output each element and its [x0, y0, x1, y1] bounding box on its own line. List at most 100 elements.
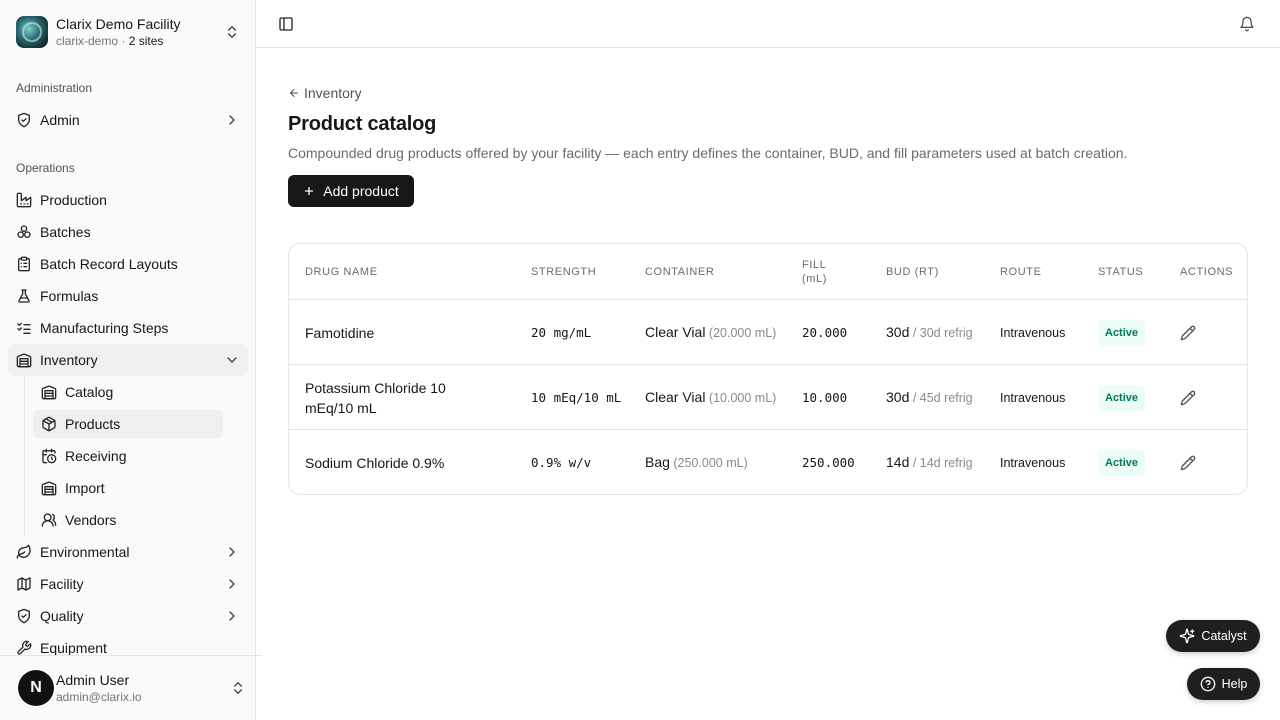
cell-status: Active: [1098, 365, 1146, 430]
warehouse-icon: [41, 481, 57, 496]
help-button[interactable]: Help: [1187, 668, 1260, 700]
cell-route: Intravenous: [1000, 455, 1066, 470]
org-switcher[interactable]: Clarix Demo Facility clarix-demo · 2 sit…: [8, 8, 248, 56]
warehouse-icon: [41, 385, 57, 400]
sidebar-subitem-vendors[interactable]: Vendors: [33, 506, 223, 534]
catalyst-button[interactable]: Catalyst: [1166, 620, 1260, 652]
table-row[interactable]: Famotidine 20 mg/mL Clear Vial (20.000 m…: [289, 300, 1247, 365]
col-fill-line1: Fill: [802, 259, 827, 271]
chevrons-up-down-icon: [228, 26, 236, 38]
factory-icon: [16, 192, 32, 208]
org-sub: clarix-demo · 2 sites: [56, 33, 164, 48]
col-fill-line2: (mL): [802, 273, 828, 285]
org-logo: [16, 16, 48, 48]
users-icon: [41, 513, 57, 527]
chevron-right-icon: [229, 547, 235, 557]
sidebar-item-label: Batch Record Layouts: [40, 256, 178, 272]
sidebar: Clarix Demo Facility clarix-demo · 2 sit…: [0, 0, 262, 720]
sidebar-item-formulas[interactable]: Formulas: [8, 280, 248, 312]
sidebar-item-batches[interactable]: Batches: [8, 216, 248, 248]
products-table: Drug Name Strength Container Fill (mL) B…: [288, 243, 1248, 495]
chevrons-up-down-icon: [234, 682, 242, 694]
section-operations: Operations: [16, 161, 75, 175]
leaf-icon: [16, 544, 31, 559]
cell-container: Clear Vial (10.000 mL): [645, 389, 777, 405]
help-label: Help: [1221, 677, 1248, 691]
sidebar-item-quality[interactable]: Quality: [8, 600, 248, 632]
sidebar-item-admin[interactable]: Admin: [8, 104, 248, 136]
sidebar-item-environmental[interactable]: Environmental: [8, 536, 248, 568]
warehouse-icon: [16, 353, 32, 368]
sidebar-item-manufacturing-steps[interactable]: Manufacturing Steps: [8, 312, 248, 344]
pencil-icon[interactable]: [1180, 390, 1196, 406]
sidebar-item-label: Manufacturing Steps: [40, 320, 169, 336]
wrench-icon: [17, 640, 32, 655]
pencil-icon[interactable]: [1180, 325, 1196, 341]
sidebar-subitem-import[interactable]: Import: [33, 474, 223, 502]
submenu-guide-line: [24, 376, 25, 536]
pencil-icon[interactable]: [1180, 455, 1196, 471]
col-strength[interactable]: Strength: [531, 244, 596, 300]
shield-check-icon: [18, 112, 30, 128]
flask-icon: [18, 289, 30, 303]
catalyst-label: Catalyst: [1201, 629, 1247, 643]
clipboard-list-icon: [18, 256, 30, 272]
org-name: Clarix Demo Facility: [56, 15, 181, 32]
sidebar-item-label: Import: [65, 480, 105, 496]
cell-strength: 0.9% w/v: [531, 454, 592, 470]
status-badge: Active: [1098, 384, 1146, 411]
page-title: Product catalog: [288, 113, 437, 135]
sidebar-item-inventory[interactable]: Inventory: [8, 344, 248, 376]
cell-drug-name: Sodium Chloride 0.9%: [305, 454, 445, 471]
table-row[interactable]: Sodium Chloride 0.9% 0.9% w/v Bag (250.0…: [289, 430, 1247, 494]
section-administration: Administration: [16, 81, 93, 95]
sidebar-item-label: Inventory: [40, 352, 98, 368]
back-link-label: Inventory: [304, 85, 362, 101]
cell-container: Clear Vial (20.000 mL): [645, 324, 777, 340]
col-container[interactable]: Container: [645, 244, 714, 300]
sidebar-item-label: Receiving: [65, 448, 127, 464]
table-row[interactable]: Potassium Chloride 10 mEq/10 mL 10 mEq/1…: [289, 365, 1247, 430]
user-menu[interactable]: N Admin User admin@clarix.io: [0, 655, 262, 720]
col-bud[interactable]: BUD (RT): [886, 244, 939, 300]
shield-check-icon: [18, 608, 30, 624]
cell-strength: 20 mg/mL: [531, 324, 592, 340]
cell-drug-name: Potassium Chloride 10 mEq/10 mL: [305, 379, 446, 416]
page-description: Compounded drug products offered by your…: [288, 145, 1128, 161]
col-route[interactable]: Route: [1000, 244, 1042, 300]
cell-bud: 30d / 30d refrig: [886, 324, 973, 340]
cell-route: Intravenous: [1000, 325, 1066, 340]
chevron-right-icon: [229, 115, 235, 125]
sidebar-item-label: Facility: [40, 576, 84, 592]
sidebar-subitem-receiving[interactable]: Receiving: [33, 442, 223, 470]
sidebar-item-label: Admin: [40, 112, 80, 128]
back-link[interactable]: Inventory: [288, 84, 362, 102]
sidebar-subitem-catalog[interactable]: Catalog: [33, 378, 223, 406]
col-status[interactable]: Status: [1098, 244, 1143, 300]
cell-strength: 10 mEq/10 mL: [531, 389, 622, 405]
cell-route: Intravenous: [1000, 390, 1066, 405]
add-product-button[interactable]: Add product: [288, 175, 414, 207]
bell-icon[interactable]: [1239, 16, 1255, 32]
sidebar-item-label: Equipment: [40, 640, 107, 656]
col-actions: Actions: [1180, 266, 1234, 278]
avatar: N: [18, 670, 54, 706]
sidebar-item-batch-record-layouts[interactable]: Batch Record Layouts: [8, 248, 248, 280]
calendar-clock-icon: [42, 448, 57, 464]
sidebar-item-production[interactable]: Production: [8, 184, 248, 216]
cell-bud: 14d / 14d refrig: [886, 454, 973, 470]
sidebar-item-label: Catalog: [65, 384, 114, 400]
col-drug-name[interactable]: Drug Name: [305, 244, 378, 300]
cell-actions: [1180, 430, 1196, 494]
user-name: Admin User: [56, 671, 130, 688]
add-product-label: Add product: [323, 183, 399, 199]
sidebar-subitem-products[interactable]: Products: [33, 410, 223, 438]
sidebar-toggle-icon[interactable]: [278, 16, 294, 32]
sidebar-item-facility[interactable]: Facility: [8, 568, 248, 600]
col-fill[interactable]: Fill (mL): [802, 244, 827, 300]
chevron-right-icon: [229, 579, 235, 589]
sidebar-item-label: Environmental: [40, 544, 130, 560]
cell-status: Active: [1098, 430, 1146, 494]
list-checks-icon: [17, 322, 31, 334]
boxes-icon: [17, 225, 31, 238]
